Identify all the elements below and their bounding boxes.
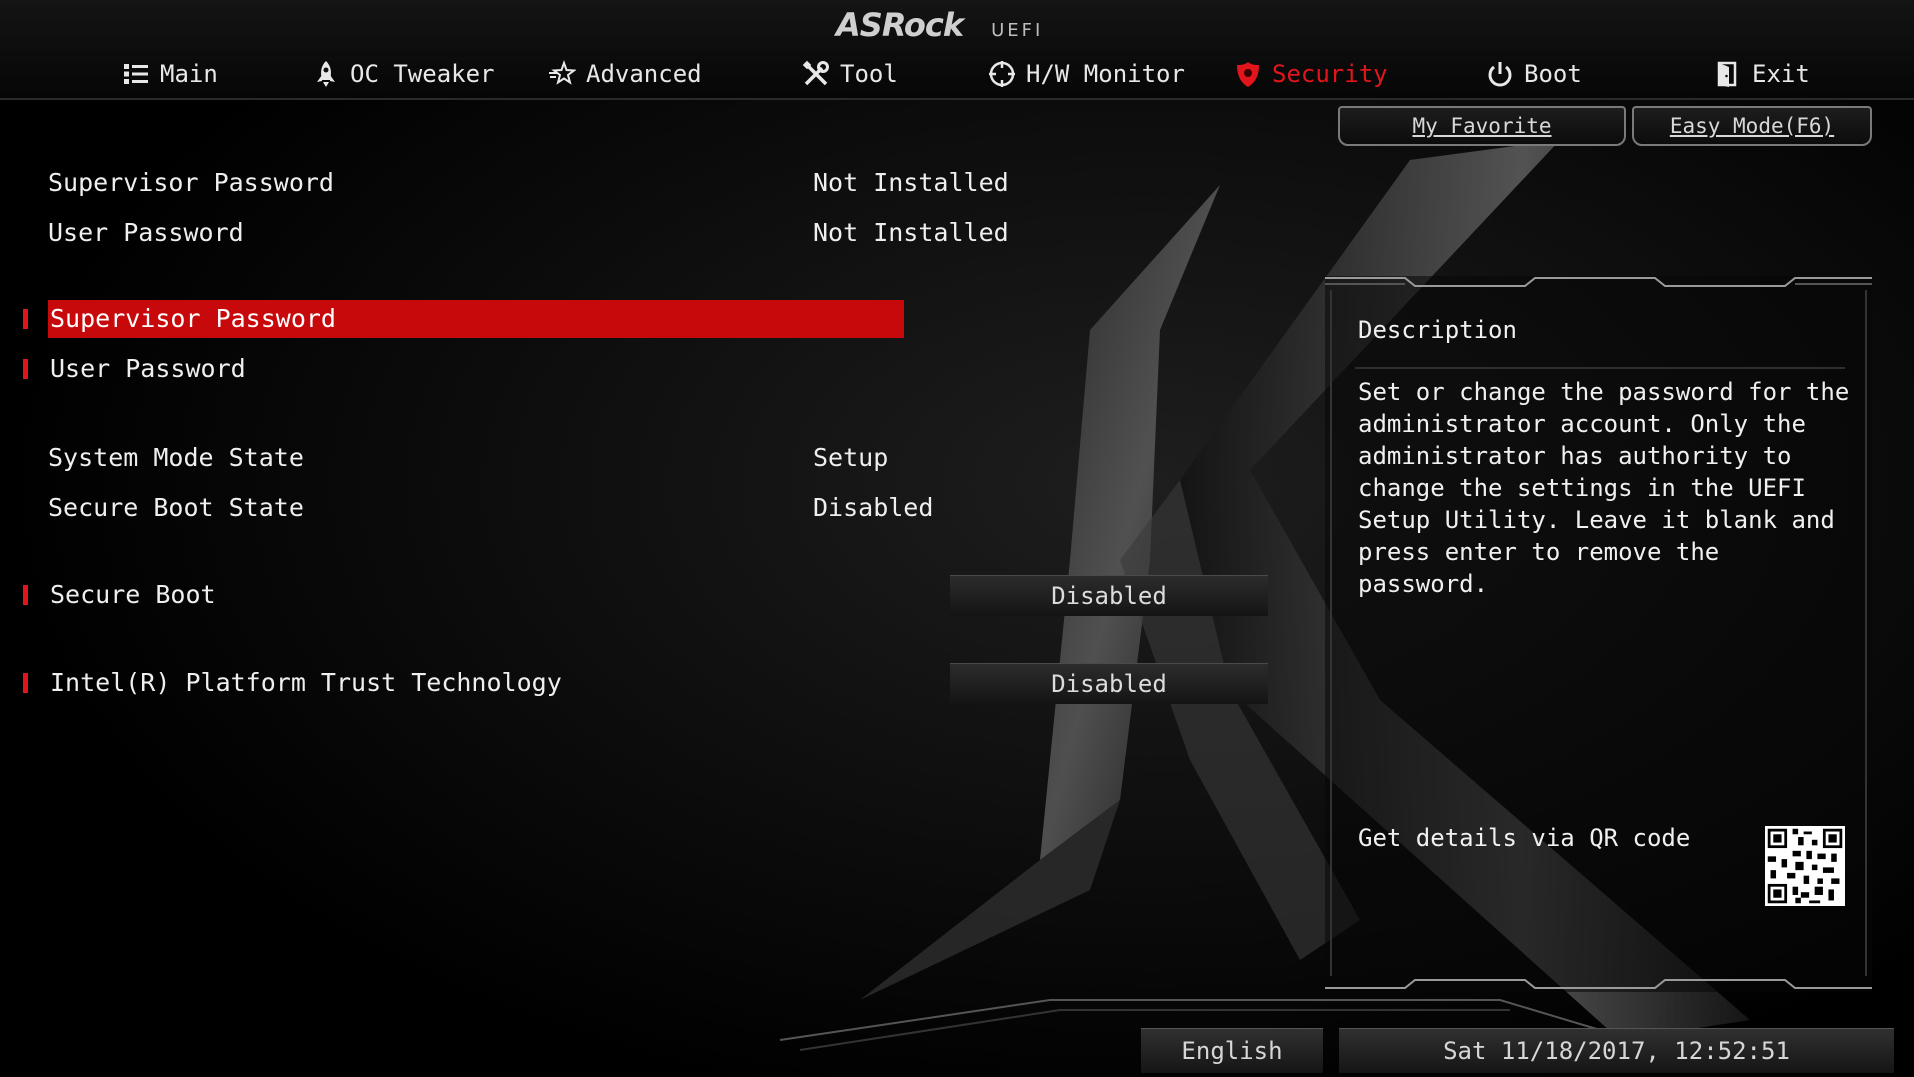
shield-icon [1237,62,1259,87]
easy-mode-button[interactable]: Easy Mode(F6) [1632,106,1872,146]
qr-code-label: Get details via QR code [1358,824,1691,852]
tab-tool[interactable]: Tool [802,56,898,92]
setting-label: User Password [50,354,246,383]
item-marker [23,673,28,693]
star-icon [549,60,576,85]
monitor-icon [989,61,1015,87]
setting-value: Not Installed [813,168,1009,197]
platform-trust-dropdown[interactable]: Disabled [950,663,1268,704]
my-favorite-button[interactable]: My Favorite [1338,106,1626,146]
tab-exit-label: Exit [1752,60,1810,88]
rocket-icon [317,61,335,87]
secure-boot-item[interactable]: Secure Boot [0,575,910,615]
tab-boot-label: Boot [1524,60,1582,88]
tab-oc-tweaker-label: OC Tweaker [350,60,495,88]
tab-main-label: Main [160,60,218,88]
setting-label: User Password [48,218,244,247]
platform-trust-item[interactable]: Intel(R) Platform Trust Technology [0,663,910,703]
tab-security-label: Security [1272,60,1388,88]
tab-security[interactable]: Security [1234,56,1388,92]
tools-icon [802,60,829,86]
secure-boot-dropdown[interactable]: Disabled [950,575,1268,616]
date-time-display: Sat 11/18/2017, 12:52:51 [1339,1028,1894,1073]
user-password-item[interactable]: User Password [0,349,910,389]
tab-hw-monitor[interactable]: H/W Monitor [988,56,1185,92]
setting-label: Supervisor Password [48,168,334,197]
language-button[interactable]: English [1141,1028,1323,1073]
item-marker [23,585,28,605]
top-header: ASRock UEFI Main OC Tweaker Advanced Too… [0,0,1914,100]
tab-advanced-label: Advanced [586,60,702,88]
setting-label: System Mode State [48,443,304,472]
tab-exit[interactable]: Exit [1714,56,1810,92]
tab-main[interactable]: Main [122,56,218,92]
setting-label: Secure Boot [50,580,216,609]
setting-label: Intel(R) Platform Trust Technology [50,668,562,697]
item-marker [23,359,28,379]
setting-label: Secure Boot State [48,493,304,522]
tab-tool-label: Tool [840,60,898,88]
description-title: Description [1358,316,1517,344]
setting-label: Supervisor Password [50,304,336,333]
tab-hw-monitor-label: H/W Monitor [1026,60,1185,88]
setting-value: Setup [813,443,889,472]
description-panel: Description Set or change the password f… [1325,276,1872,992]
tab-oc-tweaker[interactable]: OC Tweaker [312,56,495,92]
power-icon [1488,62,1512,87]
brand-subtitle: UEFI [991,20,1044,41]
qr-code-icon [1765,826,1845,906]
item-marker [23,309,28,329]
list-icon [124,64,148,84]
setting-value: Disabled [813,493,934,522]
setting-value: Not Installed [813,218,1009,247]
brand-name: ASRock [836,6,964,44]
tab-boot[interactable]: Boot [1486,56,1582,92]
main-tab-bar: Main OC Tweaker Advanced Tool H/W Monito… [0,56,1914,96]
description-text: Set or change the password for the admin… [1358,378,1850,598]
supervisor-password-item[interactable]: Supervisor Password [0,299,910,339]
tab-advanced[interactable]: Advanced [548,56,702,92]
exit-door-icon [1717,61,1737,87]
brand-logo: ASRock UEFI [836,6,1043,46]
